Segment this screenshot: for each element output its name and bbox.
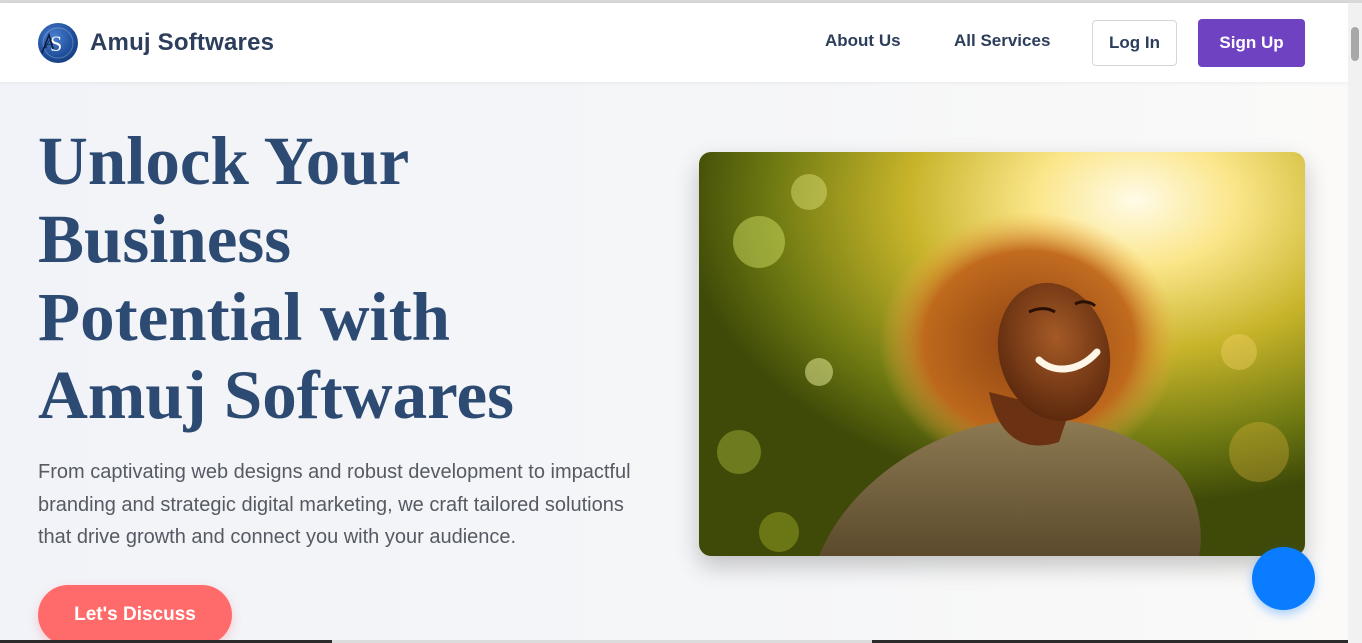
login-button[interactable]: Log In [1092,20,1177,66]
hero-description: From captivating web designs and robust … [38,461,631,548]
page-scrollbar[interactable] [1348,3,1362,643]
hero-photo-smiling-woman [699,152,1305,556]
brand[interactable]: A S Amuj Softwares [38,23,274,63]
nav-about-us[interactable]: About Us [825,31,901,51]
chat-bubble-icon[interactable] [1252,547,1315,610]
hero-title: Unlock Your Business Potential with Amuj… [38,122,598,434]
hero-title-line: Unlock Your [38,123,410,199]
scrollbar-thumb[interactable] [1351,27,1359,61]
hero-title-line: Business [38,201,292,277]
navbar: A S Amuj Softwares About Us All Services… [0,3,1348,82]
nav-all-services[interactable]: All Services [954,31,1050,51]
hero-title-line: Potential with [38,279,451,355]
brand-name: Amuj Softwares [90,29,275,56]
hero-photo-illustration [699,152,1305,556]
signup-button[interactable]: Sign Up [1198,19,1305,67]
as-monogram-icon: A S [38,23,78,63]
hero-section: Unlock Your Business Potential with Amuj… [0,82,1348,643]
hero-title-line: Amuj Softwares [38,357,514,433]
lets-discuss-button[interactable]: Let's Discuss [38,585,232,643]
